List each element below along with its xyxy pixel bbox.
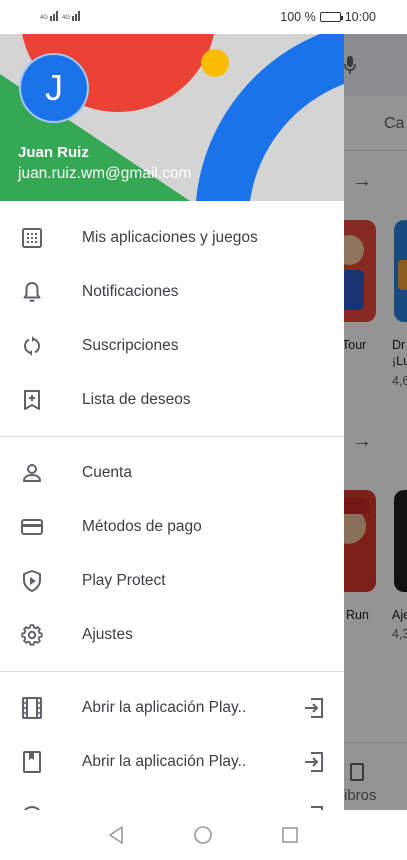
account-name: Juan Ruiz [18, 144, 89, 161]
menu-item-label: Métodos de pago [82, 518, 202, 535]
menu-item-label: Notificaciones [82, 283, 179, 300]
menu-item-label: Suscripciones [82, 337, 179, 354]
menu-item-label: Lista de deseos [82, 391, 191, 408]
status-time: 10:00 [344, 10, 376, 24]
battery-icon [319, 12, 343, 22]
open-app-icon[interactable] [302, 750, 326, 774]
menu-item-partial[interactable] [0, 789, 344, 810]
menu-item-payment-methods[interactable]: Métodos de pago [0, 500, 344, 554]
system-nav-bar [0, 810, 407, 860]
status-right: 100 % 10:00 [280, 10, 376, 24]
menu-item-play-protect[interactable]: Play Protect [0, 554, 344, 608]
film-icon [22, 697, 42, 719]
menu-item-open-play-books[interactable]: Abrir la aplicación Play.. [0, 735, 344, 789]
menu-item-label: Cuenta [82, 464, 132, 481]
menu-item-account[interactable]: Cuenta [0, 446, 344, 500]
menu-item-wishlist[interactable]: Lista de deseos [0, 373, 344, 427]
menu-item-settings[interactable]: Ajustes [0, 608, 344, 662]
menu-item-notifications[interactable]: Notificaciones [0, 265, 344, 319]
home-icon[interactable] [193, 825, 213, 845]
back-icon[interactable] [107, 825, 127, 845]
menu-item-my-apps[interactable]: Mis aplicaciones y juegos [0, 211, 344, 265]
network-type-label-2: 4G [62, 15, 71, 21]
bell-icon [23, 282, 41, 302]
drawer-scrim[interactable] [344, 34, 407, 810]
gear-icon [21, 624, 43, 646]
bookmark-add-icon [24, 390, 40, 410]
menu-item-label: Mis aplicaciones y juegos [82, 229, 258, 246]
menu-item-label: Ajustes [82, 626, 133, 643]
navigation-drawer: J Juan Ruiz juan.ruiz.wm@gmail.com Mis a… [0, 34, 344, 810]
menu-divider-2 [0, 671, 344, 672]
menu-item-label: Abrir la aplicación Play.. [82, 699, 247, 716]
signal-strength-icon-1: 4G [40, 11, 61, 21]
refresh-icon [24, 336, 40, 356]
menu-section-3: Abrir la aplicación Play.. Abrir la apli… [0, 681, 344, 810]
menu-section-2: Cuenta Métodos de pago Play Protect Ajus… [0, 446, 344, 662]
open-app-icon[interactable] [302, 696, 326, 720]
network-type-label-1: 4G [40, 15, 49, 21]
menu-item-label: Play Protect [82, 572, 166, 589]
signal-strength-icon-2: 4G [62, 11, 83, 21]
book-icon [23, 751, 41, 773]
shield-play-icon [23, 570, 41, 592]
person-icon [23, 464, 41, 482]
menu-section-1: Mis aplicaciones y juegos Notificaciones… [0, 211, 344, 427]
credit-card-icon [21, 519, 43, 535]
drawer-header: J Juan Ruiz juan.ruiz.wm@gmail.com [0, 34, 344, 201]
menu-item-subscriptions[interactable]: Suscripciones [0, 319, 344, 373]
menu-item-label: Abrir la aplicación Play.. [82, 753, 247, 770]
account-email[interactable]: juan.ruiz.wm@gmail.com [18, 165, 191, 183]
avatar[interactable]: J [19, 53, 89, 123]
recents-icon[interactable] [280, 825, 300, 845]
menu-divider-1 [0, 436, 344, 437]
battery-percent: 100 % [280, 10, 316, 24]
status-bar: 4G 4G 100 % 10:00 [0, 0, 407, 34]
apps-grid-icon [22, 228, 42, 248]
menu-item-open-play-movies[interactable]: Abrir la aplicación Play.. [0, 681, 344, 735]
